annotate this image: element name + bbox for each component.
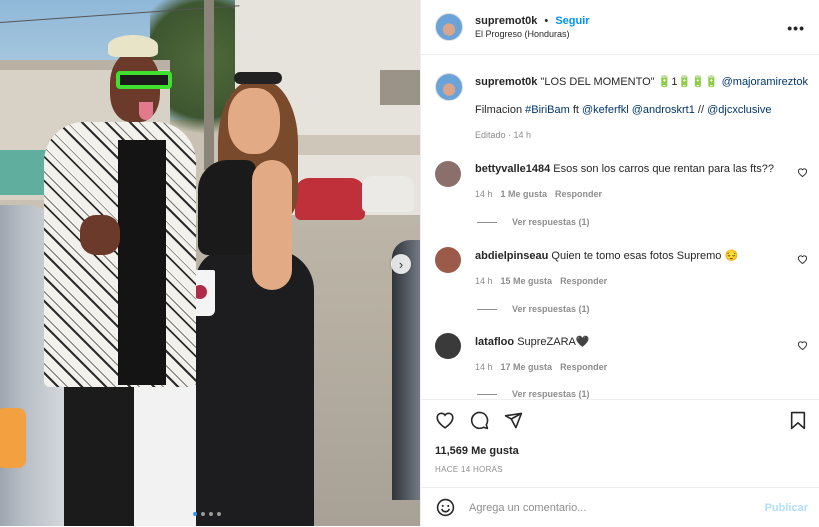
- avatar[interactable]: [435, 161, 461, 187]
- caption-mention-3[interactable]: @androskrt1: [632, 104, 695, 116]
- caption-separator: //: [697, 104, 705, 116]
- replies-divider: [477, 393, 497, 395]
- heart-outline-icon[interactable]: [435, 410, 455, 430]
- caption-filmacion: Filmacion: [475, 104, 523, 116]
- comment-username[interactable]: latafloo: [475, 336, 514, 348]
- avatar[interactable]: [435, 247, 461, 273]
- comment-heart-icon[interactable]: [797, 254, 808, 267]
- header-username[interactable]: supremot0k: [475, 15, 537, 27]
- photo-white-car: [362, 176, 414, 212]
- bookmark-icon[interactable]: [788, 410, 808, 430]
- comment-meta: 14 h 1 Me gusta Responder: [475, 189, 602, 199]
- photo-dark-car: [392, 240, 420, 500]
- carousel-dot: [201, 512, 205, 516]
- carousel-next-button[interactable]: ›: [391, 254, 411, 274]
- comment-time[interactable]: 14 h: [475, 189, 493, 199]
- header-text: supremot0k • Seguir El Progreso (Hondura…: [475, 15, 590, 39]
- view-replies-label: Ver respuestas (1): [512, 217, 590, 227]
- comment-body: latafloo SupreZARA🖤: [475, 335, 590, 348]
- follow-button[interactable]: Seguir: [555, 15, 589, 27]
- comment-username[interactable]: bettyvalle1484: [475, 163, 550, 175]
- comment-username[interactable]: abdielpinseau: [475, 250, 548, 262]
- post-side-panel: supremot0k • Seguir El Progreso (Hondura…: [420, 0, 819, 526]
- view-replies-button[interactable]: Ver respuestas (1): [477, 389, 590, 399]
- comment-heart-icon[interactable]: [797, 167, 808, 180]
- view-replies-label: Ver respuestas (1): [512, 389, 590, 399]
- caption-hashtag[interactable]: #BiriBam: [525, 104, 570, 116]
- add-comment-bar: Publicar: [421, 487, 819, 527]
- likes-count[interactable]: 11,569 Me gusta: [435, 445, 519, 457]
- caption-username[interactable]: supremot0k: [475, 76, 537, 88]
- avatar[interactable]: [435, 333, 461, 359]
- header-separator: •: [544, 15, 549, 27]
- photo-man-hair: [108, 35, 158, 57]
- carousel-dot: [209, 512, 213, 516]
- view-replies-label: Ver respuestas (1): [512, 304, 590, 314]
- replies-divider: [477, 221, 497, 223]
- view-replies-button[interactable]: Ver respuestas (1): [477, 304, 590, 314]
- comment-time[interactable]: 14 h: [475, 276, 493, 286]
- caption-line-2: Filmacion #BiriBam ft @keferfkl @androsk…: [475, 104, 771, 116]
- publish-button[interactable]: Publicar: [765, 502, 808, 514]
- instagram-post: › supremot0k • Seguir El Progreso (Hondu…: [0, 0, 819, 526]
- smiley-icon[interactable]: [435, 498, 455, 518]
- photo-man-pants-white: [134, 385, 196, 526]
- replies-divider: [477, 308, 497, 310]
- carousel-dot: [217, 512, 221, 516]
- comments-section: supremot0k "LOS DEL MOMENTO" 🔋1🔋🔋🔋 @majo…: [421, 56, 819, 399]
- comment-meta: 14 h 17 Me gusta Responder: [475, 362, 607, 372]
- reply-button[interactable]: Responder: [555, 189, 602, 199]
- caption-mention-4[interactable]: @djcxclusive: [707, 104, 771, 116]
- caption-text: "LOS DEL MOMENTO" 🔋1🔋🔋🔋: [540, 76, 719, 88]
- more-options-icon[interactable]: •••: [787, 20, 805, 36]
- photo-man-tongue: [139, 102, 153, 120]
- view-replies-button[interactable]: Ver respuestas (1): [477, 217, 590, 227]
- comment-likes[interactable]: 15 Me gusta: [501, 276, 553, 286]
- paper-plane-icon[interactable]: [503, 410, 523, 430]
- post-photo[interactable]: ›: [0, 0, 420, 526]
- caption-mention[interactable]: @majoramireztok: [722, 76, 808, 88]
- comment-time[interactable]: 14 h: [475, 362, 493, 372]
- chevron-right-icon: ›: [398, 256, 404, 272]
- photo-woman-arm: [252, 160, 292, 290]
- comment-heart-icon[interactable]: [797, 340, 808, 353]
- avatar[interactable]: [435, 13, 463, 41]
- posted-time[interactable]: HACE 14 HORAS: [435, 465, 503, 474]
- photo-headlight: [0, 408, 26, 468]
- caption-line-1: supremot0k "LOS DEL MOMENTO" 🔋1🔋🔋🔋 @majo…: [475, 75, 808, 88]
- caption: supremot0k "LOS DEL MOMENTO" 🔋1🔋🔋🔋 @majo…: [435, 73, 808, 143]
- photo-man-hand: [80, 215, 120, 255]
- comment-bubble-icon[interactable]: [469, 410, 489, 430]
- comment-text: Quien te tomo esas fotos Supremo 😔: [551, 250, 739, 262]
- caption-mention-2[interactable]: @keferfkl: [582, 104, 629, 116]
- reply-button[interactable]: Responder: [560, 362, 607, 372]
- comment-body: abdielpinseau Quien te tomo esas fotos S…: [475, 249, 738, 262]
- photo-man-pants-black: [64, 385, 134, 526]
- photo-utility-pole: [204, 0, 214, 170]
- comment-likes[interactable]: 1 Me gusta: [501, 189, 548, 199]
- photo-woman-face: [228, 88, 280, 154]
- photo-woman-top: [198, 160, 256, 255]
- comment-input[interactable]: [467, 500, 751, 515]
- photo-woman-sunglasses: [234, 72, 282, 84]
- photo-building-window: [380, 70, 420, 105]
- post-header: supremot0k • Seguir El Progreso (Hondura…: [421, 0, 819, 55]
- photo-green-glasses: [116, 71, 172, 89]
- comment-meta: 14 h 15 Me gusta Responder: [475, 276, 607, 286]
- photo-red-car: [295, 178, 365, 220]
- comment-text: SupreZARA🖤: [517, 336, 590, 348]
- carousel-dots: [193, 512, 221, 516]
- photo-man-shirt: [118, 140, 166, 385]
- comment-likes[interactable]: 17 Me gusta: [501, 362, 553, 372]
- action-icons: [435, 410, 523, 430]
- header-location[interactable]: El Progreso (Honduras): [475, 29, 590, 39]
- avatar[interactable]: [435, 73, 463, 101]
- carousel-dot: [193, 512, 197, 516]
- caption-meta: Editado · 14 h: [475, 130, 532, 140]
- post-actions: 11,569 Me gusta HACE 14 HORAS: [421, 399, 819, 484]
- caption-ft: ft: [572, 104, 579, 116]
- reply-button[interactable]: Responder: [560, 276, 607, 286]
- comment-body: bettyvalle1484 Esos son los carros que r…: [475, 163, 774, 175]
- comment-text: Esos son los carros que rentan para las …: [553, 163, 775, 175]
